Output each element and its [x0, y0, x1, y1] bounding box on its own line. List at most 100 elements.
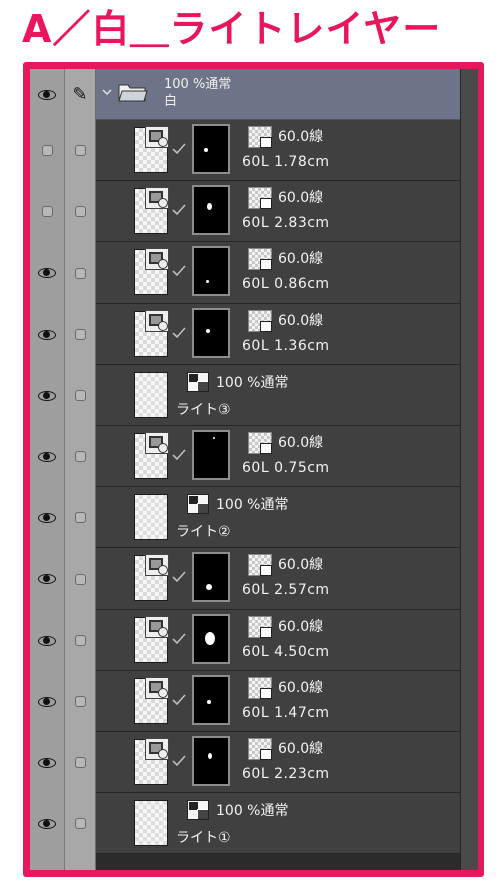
- visibility-toggle[interactable]: [30, 242, 64, 304]
- visibility-toggle[interactable]: [30, 548, 64, 610]
- layer-folder-row[interactable]: ✎ 100 %通常 白: [30, 69, 460, 120]
- lock-checkbox: [74, 145, 86, 156]
- mask-spot: [208, 753, 212, 759]
- mask-spot: [213, 437, 215, 439]
- layer-opacity: 60.0線: [278, 557, 324, 573]
- layer-body[interactable]: 100 %通常 ライト②: [96, 487, 460, 548]
- line-mode-icon: [248, 187, 272, 209]
- mask-link-check-icon: [172, 327, 186, 339]
- visibility-checkbox: [41, 145, 53, 156]
- layer-thumbnail: [134, 248, 169, 295]
- lock-toggle[interactable]: [65, 426, 95, 487]
- lock-toggle[interactable]: [65, 487, 95, 548]
- eye-icon: [37, 89, 57, 101]
- layer-mask-thumbnail: [192, 124, 230, 174]
- layer-body[interactable]: 60.0線 60L 1.78cm: [96, 120, 460, 181]
- folder-open-icon: [118, 84, 148, 102]
- layer-body[interactable]: 60.0線 60L 0.75cm: [96, 426, 460, 487]
- layer-panel: ✎ 100 %通常 白 60.0線 60L 1.78cm 60.0線 60L 2…: [30, 69, 478, 870]
- layer-body[interactable]: 100 %通常 ライト③: [96, 365, 460, 426]
- layer-body[interactable]: 60.0線 60L 2.57cm: [96, 548, 460, 610]
- raster-layer-row[interactable]: 100 %通常 ライト①: [30, 793, 460, 854]
- layer-mask-thumbnail: [192, 736, 230, 786]
- layer-panel-frame: ✎ 100 %通常 白 60.0線 60L 1.78cm 60.0線 60L 2…: [23, 62, 484, 877]
- line-layer-row[interactable]: 60.0線 60L 0.86cm: [30, 242, 460, 304]
- layer-mask-thumbnail: [192, 552, 230, 602]
- lock-toggle[interactable]: [65, 671, 95, 732]
- layer-body[interactable]: 60.0線 60L 0.86cm: [96, 242, 460, 304]
- vector-layer-icon: [145, 126, 169, 148]
- layer-line-info: 60L 2.83cm: [242, 215, 330, 231]
- lock-toggle[interactable]: [65, 365, 95, 426]
- line-layer-row[interactable]: 60.0線 60L 2.83cm: [30, 181, 460, 242]
- eye-icon: [37, 390, 57, 402]
- line-layer-row[interactable]: 60.0線 60L 4.50cm: [30, 610, 460, 671]
- layer-blend-mode: 100 %通常: [216, 497, 289, 513]
- layer-thumbnail: [134, 738, 169, 785]
- raster-layer-icon: [187, 372, 209, 392]
- lock-toggle[interactable]: [65, 548, 95, 610]
- raster-layer-row[interactable]: 100 %通常 ライト③: [30, 365, 460, 426]
- layer-body[interactable]: 60.0線 60L 2.83cm: [96, 181, 460, 242]
- edit-toggle[interactable]: ✎: [65, 69, 95, 120]
- line-layer-row[interactable]: 60.0線 60L 1.47cm: [30, 671, 460, 732]
- folder-body[interactable]: 100 %通常 白: [96, 69, 460, 120]
- mask-spot: [204, 148, 208, 152]
- visibility-toggle[interactable]: [30, 120, 64, 181]
- layer-body[interactable]: 100 %通常 ライト①: [96, 793, 460, 854]
- lock-toggle[interactable]: [65, 610, 95, 671]
- layer-name: ライト②: [176, 524, 231, 540]
- visibility-toggle[interactable]: [30, 732, 64, 793]
- visibility-toggle[interactable]: [30, 181, 64, 242]
- lock-toggle[interactable]: [65, 181, 95, 242]
- visibility-toggle[interactable]: [30, 69, 64, 120]
- layer-thumbnail: [134, 800, 168, 846]
- line-mode-icon: [248, 126, 272, 148]
- layer-body[interactable]: 60.0線 60L 1.36cm: [96, 304, 460, 365]
- visibility-toggle[interactable]: [30, 426, 64, 487]
- layer-thumbnail: [134, 432, 169, 479]
- visibility-toggle[interactable]: [30, 793, 64, 854]
- layer-mask-thumbnail: [192, 185, 230, 235]
- layer-body[interactable]: 60.0線 60L 1.47cm: [96, 671, 460, 732]
- visibility-toggle[interactable]: [30, 304, 64, 365]
- line-mode-icon: [248, 677, 272, 699]
- mask-link-check-icon: [172, 204, 186, 216]
- line-layer-row[interactable]: 60.0線 60L 1.36cm: [30, 304, 460, 365]
- lock-toggle[interactable]: [65, 793, 95, 854]
- mask-link-check-icon: [172, 449, 186, 461]
- line-layer-row[interactable]: 60.0線 60L 2.57cm: [30, 548, 460, 610]
- line-layer-row[interactable]: 60.0線 60L 2.23cm: [30, 732, 460, 793]
- chevron-down-icon[interactable]: [102, 87, 112, 97]
- eye-icon: [37, 635, 57, 647]
- lock-toggle[interactable]: [65, 120, 95, 181]
- layer-opacity: 60.0線: [278, 680, 324, 696]
- layer-line-info: 60L 4.50cm: [242, 644, 330, 660]
- visibility-toggle[interactable]: [30, 610, 64, 671]
- layer-mask-thumbnail: [192, 430, 230, 480]
- layer-thumbnail: [134, 494, 168, 540]
- scrollbar[interactable]: [460, 69, 478, 870]
- visibility-toggle[interactable]: [30, 671, 64, 732]
- lock-toggle[interactable]: [65, 304, 95, 365]
- layer-body[interactable]: 60.0線 60L 4.50cm: [96, 610, 460, 671]
- layer-opacity: 60.0線: [278, 435, 324, 451]
- visibility-toggle[interactable]: [30, 487, 64, 548]
- mask-spot: [207, 700, 211, 704]
- visibility-toggle[interactable]: [30, 365, 64, 426]
- lock-toggle[interactable]: [65, 242, 95, 304]
- mask-link-check-icon: [172, 633, 186, 645]
- lock-checkbox: [74, 390, 86, 401]
- lock-checkbox: [74, 757, 86, 768]
- lock-toggle[interactable]: [65, 732, 95, 793]
- lock-checkbox: [74, 267, 86, 279]
- layer-opacity: 60.0線: [278, 619, 324, 635]
- lock-checkbox: [74, 573, 86, 585]
- raster-layer-row[interactable]: 100 %通常 ライト②: [30, 487, 460, 548]
- line-layer-row[interactable]: 60.0線 60L 0.75cm: [30, 426, 460, 487]
- layer-body[interactable]: 60.0線 60L 2.23cm: [96, 732, 460, 793]
- layer-list: ✎ 100 %通常 白 60.0線 60L 1.78cm 60.0線 60L 2…: [30, 69, 460, 870]
- line-layer-row[interactable]: 60.0線 60L 1.78cm: [30, 120, 460, 181]
- layer-blend-mode: 100 %通常: [216, 803, 289, 819]
- page-title: A／白＿ライトレイヤー: [22, 7, 442, 51]
